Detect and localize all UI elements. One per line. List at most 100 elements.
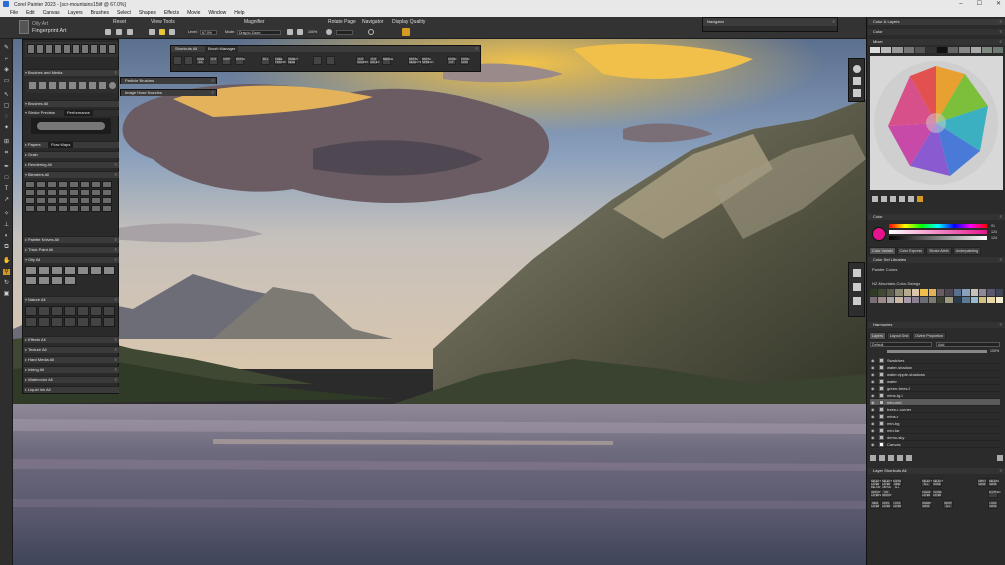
select-all-button[interactable]: SELECT ALL: [921, 478, 932, 487]
blender-brush-21[interactable]: [69, 197, 79, 204]
eraser-tool-icon[interactable]: ▭: [3, 78, 10, 84]
grain-row[interactable]: ▸ Grain: [24, 151, 119, 158]
rotate-page-icon[interactable]: [326, 29, 332, 35]
palette-knives-row[interactable]: ▸ Palette Knives All ≡: [24, 236, 119, 243]
blender-brush-2[interactable]: [36, 181, 46, 188]
palette-knife-icon[interactable]: [899, 196, 905, 202]
color-set-swatch[interactable]: [911, 296, 920, 303]
menu-window[interactable]: Window: [208, 10, 226, 16]
brush-manager-tab[interactable]: Brush Manager: [205, 46, 239, 52]
grabber-tool-icon[interactable]: ✋: [3, 258, 10, 264]
nature-brush-8[interactable]: [25, 317, 37, 327]
texture-all-row[interactable]: ▸ Texture All ≡: [24, 346, 119, 353]
duplicate-layer-button[interactable]: DUPL LAYER: [881, 500, 891, 509]
layer-row-mtns-fg-l[interactable]: ◉ mtns-fg-l: [870, 392, 1000, 399]
blender-brush-23[interactable]: [91, 197, 101, 204]
color-harmony-wheel[interactable]: [870, 56, 1003, 190]
brush-icon[interactable]: [881, 196, 887, 202]
visibility-eye-icon[interactable]: ◉: [871, 385, 875, 392]
magnifier-tool-icon[interactable]: ⚲: [3, 269, 10, 275]
magic-wand-icon[interactable]: ✦: [3, 125, 10, 131]
group-icon[interactable]: [897, 455, 903, 461]
blender-brush-9[interactable]: [25, 189, 35, 196]
layer-shortcuts-header[interactable]: Layer Shortcuts All ≡: [868, 468, 1005, 474]
visibility-eye-icon[interactable]: ◉: [871, 392, 875, 399]
color-set-swatch[interactable]: [870, 289, 878, 296]
color-set-swatch[interactable]: [970, 289, 978, 296]
recent-brush-8[interactable]: [90, 44, 98, 54]
performance-tab[interactable]: Performance: [64, 110, 93, 116]
mixer-swatch[interactable]: [937, 47, 948, 53]
watercolor-all-row[interactable]: ▸ Watercolor All ≡: [24, 376, 119, 383]
shortcut-zoom-100[interactable]: ZOOM 100%: [460, 56, 469, 65]
color-set-swatch[interactable]: [878, 296, 886, 303]
layer-row-mtn-mid[interactable]: ◉ mtn-mid: [870, 399, 1000, 406]
tab-layout-grid[interactable]: Layout Grid: [886, 332, 912, 340]
brushes-all-header[interactable]: ▾ Brushes All: [24, 100, 119, 107]
recent-brush-4[interactable]: [54, 44, 62, 54]
recent-brush-9[interactable]: [99, 44, 107, 54]
blend-mode-dropdown[interactable]: Default: [870, 342, 932, 347]
mixer-swatch[interactable]: [881, 47, 892, 53]
liquid-ink-row[interactable]: ▸ Liquid Ink All: [24, 386, 119, 393]
flow-map-media-icon[interactable]: [99, 82, 106, 89]
blender-brush-10[interactable]: [36, 189, 46, 196]
color-strip-icon[interactable]: [853, 65, 861, 73]
color-set-swatch[interactable]: [970, 296, 978, 303]
oily-brush-11[interactable]: [64, 276, 76, 285]
brush-variant-icon[interactable]: [19, 20, 29, 34]
layer-row-green-trees-f[interactable]: ◉ green-trees-f: [870, 385, 1000, 392]
layer-row-swatches[interactable]: ◉ Swatches: [870, 357, 1000, 364]
blender-brush-30[interactable]: [80, 205, 90, 212]
blender-brush-11[interactable]: [47, 189, 57, 196]
menu-file[interactable]: File: [10, 10, 18, 16]
select-layer-below-button[interactable]: SELECT LAYER BELOW: [870, 478, 881, 489]
zoom-out-icon[interactable]: [297, 29, 303, 35]
blender-brush-32[interactable]: [102, 205, 112, 212]
saturation-value[interactable]: 124: [991, 230, 997, 234]
shortcut-fill[interactable]: FILL: [261, 56, 270, 65]
mixer-swatch[interactable]: [925, 47, 937, 53]
visibility-eye-icon[interactable]: ◉: [871, 357, 875, 364]
shortcut-merge[interactable]: MERGE: [382, 56, 393, 65]
select-none-button[interactable]: SELECT NONE: [932, 478, 943, 487]
color-set-swatch[interactable]: [870, 296, 878, 303]
blender-brush-24[interactable]: [102, 197, 112, 204]
shortcut-paste-spread[interactable]: PASTE SPREAD: [421, 56, 434, 65]
shortcut-zoom-out-icon[interactable]: [326, 56, 335, 65]
minimize-button[interactable]: –: [959, 0, 962, 9]
recent-brush-5[interactable]: [63, 44, 71, 54]
visibility-eye-icon[interactable]: ◉: [871, 420, 875, 427]
blender-brush-6[interactable]: [80, 181, 90, 188]
recent-brush-10[interactable]: [108, 44, 116, 54]
tab-divine-proportion[interactable]: Divine Proportion: [912, 332, 946, 340]
nature-brush-7[interactable]: [103, 306, 115, 316]
shortcut-paste-selected[interactable]: PASTE SELECTED: [408, 56, 424, 65]
nature-brush-2[interactable]: [38, 306, 50, 316]
rotate-icon[interactable]: [169, 29, 175, 35]
zoom-mixer-icon[interactable]: [917, 196, 923, 202]
clone-layer-button[interactable]: CLONE LAYER: [932, 489, 942, 498]
hard-media-row[interactable]: ▸ Hard Media All ≡: [24, 356, 119, 363]
color-set-swatch[interactable]: [920, 296, 928, 303]
blender-brush-22[interactable]: [80, 197, 90, 204]
looks-media-icon[interactable]: [79, 82, 86, 89]
layer-strip-icon-3[interactable]: [853, 297, 861, 305]
mixer-header[interactable]: Mixer ≡: [868, 39, 1005, 45]
close-button[interactable]: ✕: [996, 0, 1001, 9]
canvas-painting[interactable]: [13, 39, 866, 565]
recent-brush-1[interactable]: [27, 44, 35, 54]
composite-dropdown[interactable]: Add: [936, 342, 1000, 347]
main-color-swatch[interactable]: [872, 227, 886, 241]
zoom-100-label[interactable]: 100%: [308, 30, 317, 34]
nature-all-row[interactable]: ▾ Nature All ≡: [24, 296, 119, 303]
layer-row-demo-sky[interactable]: ◉ demo-sky: [870, 434, 1000, 441]
shortcut-doc-icon[interactable]: [173, 56, 182, 65]
weave-media-icon[interactable]: [89, 82, 96, 89]
recent-brush-3[interactable]: [45, 44, 53, 54]
oily-brush-4[interactable]: [64, 266, 76, 275]
oily-brush-8[interactable]: [25, 276, 37, 285]
layer-adjuster-icon[interactable]: ↖: [3, 92, 10, 98]
shortcut-zoom-in-icon[interactable]: [313, 56, 322, 65]
layer-attributes-icon[interactable]: [879, 455, 885, 461]
